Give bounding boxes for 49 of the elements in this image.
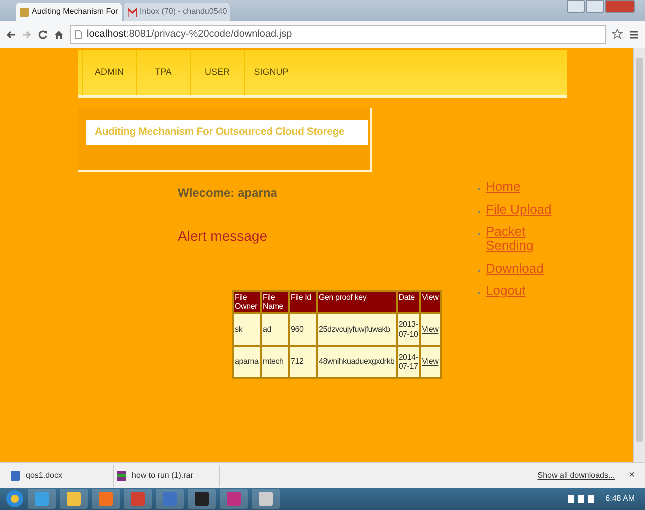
mail-icon [128, 8, 137, 16]
column-header: File Name [262, 292, 288, 312]
address-field[interactable]: localhost:8081/privacy-%20code/download.jsp [70, 25, 606, 44]
table-cell: 960 [290, 314, 316, 345]
table-cell: 48wnihkuaduexgxdrkb [318, 346, 396, 378]
download-item[interactable]: how to run (1).rar [114, 464, 220, 486]
page-icon [75, 30, 83, 40]
table-cell: sk [234, 314, 260, 345]
document-icon [11, 470, 20, 480]
table-cell: 2014-07-17 [398, 346, 420, 378]
nav-link[interactable]: TPA [136, 50, 190, 95]
table-cell: 2013-07-10 [398, 314, 420, 345]
home-icon[interactable] [54, 30, 64, 40]
table-cell: aparna [234, 346, 260, 378]
star-icon[interactable] [612, 29, 623, 40]
browser-tab[interactable]: Auditing Mechanism For [16, 3, 122, 21]
taskbar-app-icon[interactable] [60, 489, 88, 509]
column-header: Gen proof key [318, 292, 396, 312]
taskbar-app-icon[interactable] [188, 489, 216, 509]
alert-message: Alert message [178, 227, 268, 246]
download-item[interactable]: qos1.docx [8, 464, 114, 486]
minimize-icon[interactable] [567, 0, 585, 13]
show-all-downloads-link[interactable]: Show all downloads... [538, 470, 616, 482]
maximize-icon[interactable] [586, 0, 604, 13]
table-cell: 25dzvcujyfuwjfuwakb [318, 314, 396, 345]
close-window-icon[interactable] [605, 0, 635, 13]
close-button[interactable]: × [629, 468, 635, 483]
table-cell: mtech [262, 346, 288, 378]
scrollbar[interactable] [633, 48, 645, 462]
welcome-text: Wlecome: aparna [178, 185, 278, 202]
column-header: File Owner [234, 292, 260, 312]
browser-tab[interactable]: Inbox (70) - chandu0540 [124, 3, 230, 21]
nav-link[interactable]: SIGNUP [244, 50, 298, 95]
column-header: Date [398, 292, 420, 312]
reload-icon[interactable] [38, 30, 48, 40]
archive-icon [117, 470, 126, 480]
nav-link[interactable]: ADMIN [82, 50, 136, 95]
table-cell: ad [262, 314, 288, 345]
column-header: View [421, 292, 440, 312]
column-header: File Id [290, 292, 316, 312]
site-title: Auditing Mechanism For Outsourced Cloud Storege [86, 120, 368, 145]
forward-icon[interactable] [22, 30, 32, 40]
back-icon[interactable] [6, 30, 16, 40]
nav-link[interactable]: USER [190, 50, 244, 95]
taskbar-app-icon[interactable] [252, 489, 280, 509]
menu-icon[interactable] [629, 30, 639, 40]
page-icon [20, 8, 29, 16]
clock-text: 6:48 AM [606, 493, 635, 505]
table-cell: 712 [290, 346, 316, 378]
